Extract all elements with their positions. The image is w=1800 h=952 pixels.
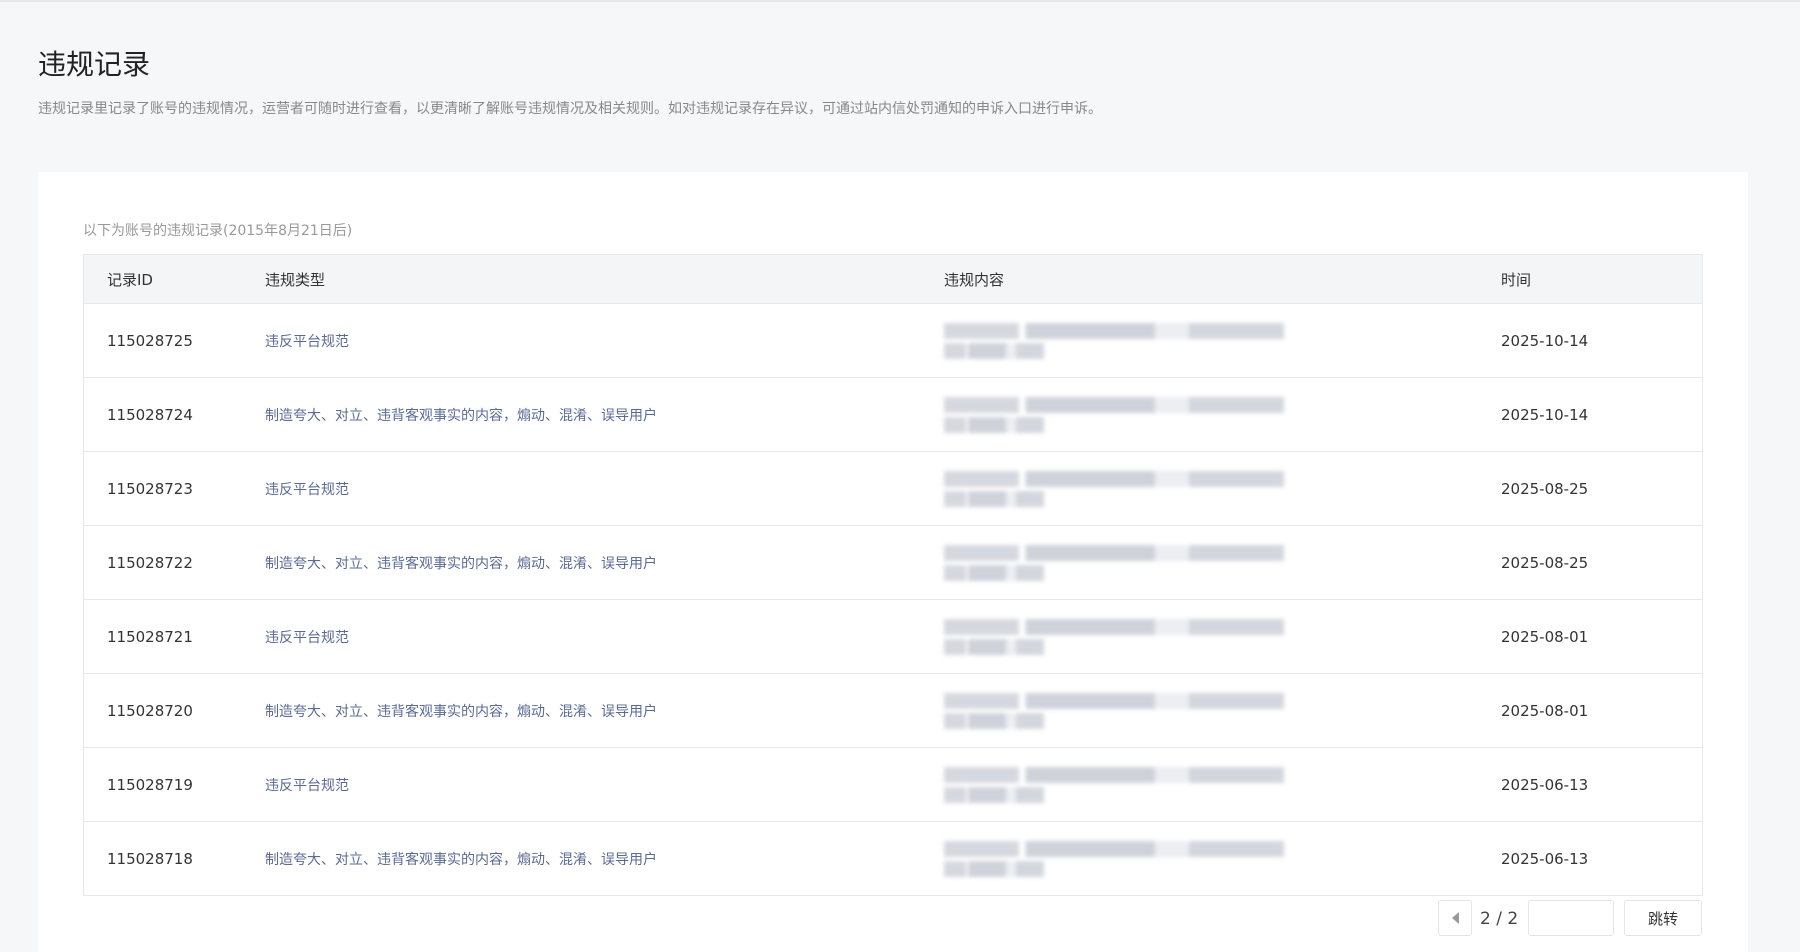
- violation-type-link[interactable]: 制造夸大、对立、违背客观事实的内容，煽动、混淆、误导用户: [265, 556, 657, 572]
- violation-content-blurred: [943, 377, 1500, 452]
- blurred-text-line: [944, 490, 1044, 507]
- record-id: 115028722: [83, 525, 264, 600]
- col-content: 违规内容: [943, 254, 1500, 304]
- table-body: 115028725 违反平台规范 2025-10-14 115028724 制造夸…: [83, 303, 1703, 896]
- jump-page-input[interactable]: [1528, 900, 1614, 936]
- table-row: 115028722 制造夸大、对立、违背客观事实的内容，煽动、混淆、误导用户 2…: [83, 525, 1703, 600]
- blurred-text-line: [944, 342, 1044, 359]
- violation-content-blurred: [943, 673, 1500, 748]
- table-row: 115028719 违反平台规范 2025-06-13: [83, 747, 1703, 822]
- blurred-text-line: [944, 860, 1044, 877]
- violation-type-cell: 违反平台规范: [264, 451, 943, 526]
- violation-type-cell: 违反平台规范: [264, 747, 943, 822]
- violation-type-cell: 违反平台规范: [264, 599, 943, 674]
- record-date: 2025-08-25: [1500, 451, 1703, 526]
- violation-content-blurred: [943, 747, 1500, 822]
- record-id: 115028725: [83, 303, 264, 378]
- violation-type-link[interactable]: 违反平台规范: [265, 334, 349, 350]
- table-row: 115028721 违反平台规范 2025-08-01: [83, 599, 1703, 674]
- blurred-text-line: [944, 638, 1044, 655]
- violation-type-link[interactable]: 违反平台规范: [265, 482, 349, 498]
- violation-type-cell: 制造夸大、对立、违背客观事实的内容，煽动、混淆、误导用户: [264, 525, 943, 600]
- prev-page-button[interactable]: [1438, 900, 1472, 936]
- violation-type-link[interactable]: 制造夸大、对立、违背客观事实的内容，煽动、混淆、误导用户: [265, 852, 657, 868]
- table-row: 115028720 制造夸大、对立、违背客观事实的内容，煽动、混淆、误导用户 2…: [83, 673, 1703, 748]
- blurred-text-line: [944, 766, 1284, 783]
- record-date: 2025-08-01: [1500, 673, 1703, 748]
- record-id: 115028718: [83, 821, 264, 896]
- page-title: 违规记录: [38, 47, 151, 81]
- blurred-text-line: [944, 416, 1044, 433]
- record-id: 115028721: [83, 599, 264, 674]
- violation-table: 记录ID 违规类型 违规内容 时间 115028725 违反平台规范 2025-…: [83, 254, 1703, 896]
- violation-content-blurred: [943, 821, 1500, 896]
- jump-button[interactable]: 跳转: [1624, 900, 1702, 936]
- record-date: 2025-10-14: [1500, 377, 1703, 452]
- record-date: 2025-08-01: [1500, 599, 1703, 674]
- table-row: 115028724 制造夸大、对立、违背客观事实的内容，煽动、混淆、误导用户 2…: [83, 377, 1703, 452]
- record-date: 2025-06-13: [1500, 747, 1703, 822]
- violation-type-cell: 制造夸大、对立、违背客观事实的内容，煽动、混淆、误导用户: [264, 377, 943, 452]
- blurred-text-line: [944, 692, 1284, 709]
- blurred-text-line: [944, 618, 1284, 635]
- col-time: 时间: [1500, 254, 1703, 304]
- record-id: 115028723: [83, 451, 264, 526]
- record-date: 2025-08-25: [1500, 525, 1703, 600]
- blurred-text-line: [944, 840, 1284, 857]
- violation-type-cell: 违反平台规范: [264, 303, 943, 378]
- violation-type-link[interactable]: 违反平台规范: [265, 778, 349, 794]
- blurred-text-line: [944, 786, 1044, 803]
- record-date: 2025-10-14: [1500, 303, 1703, 378]
- record-id: 115028719: [83, 747, 264, 822]
- table-row: 115028723 违反平台规范 2025-08-25: [83, 451, 1703, 526]
- record-date: 2025-06-13: [1500, 821, 1703, 896]
- blurred-text-line: [944, 564, 1044, 581]
- violation-content-blurred: [943, 525, 1500, 600]
- col-type: 违规类型: [264, 254, 943, 304]
- table-row: 115028725 违反平台规范 2025-10-14: [83, 303, 1703, 378]
- page-indicator: 2 / 2: [1480, 909, 1519, 929]
- table-row: 115028718 制造夸大、对立、违背客观事实的内容，煽动、混淆、误导用户 2…: [83, 821, 1703, 896]
- record-id: 115028724: [83, 377, 264, 452]
- blurred-text-line: [944, 322, 1284, 339]
- violation-content-blurred: [943, 599, 1500, 674]
- record-id: 115028720: [83, 673, 264, 748]
- violation-type-link[interactable]: 制造夸大、对立、违背客观事实的内容，煽动、混淆、误导用户: [265, 704, 657, 720]
- page-description: 违规记录里记录了账号的违规情况，运营者可随时进行查看，以更清晰了解账号违规情况及…: [38, 101, 1102, 117]
- table-header: 记录ID 违规类型 违规内容 时间: [83, 254, 1703, 304]
- blurred-text-line: [944, 544, 1284, 561]
- blurred-text-line: [944, 470, 1284, 487]
- records-card: 以下为账号的违规记录(2015年8月21日后) 记录ID 违规类型 违规内容 时…: [38, 172, 1748, 952]
- violation-type-cell: 制造夸大、对立、违背客观事实的内容，煽动、混淆、误导用户: [264, 821, 943, 896]
- violation-content-blurred: [943, 303, 1500, 378]
- caret-left-icon: [1451, 912, 1459, 924]
- blurred-text-line: [944, 712, 1044, 729]
- violation-type-link[interactable]: 违反平台规范: [265, 630, 349, 646]
- records-subtitle: 以下为账号的违规记录(2015年8月21日后): [83, 223, 353, 239]
- violation-content-blurred: [943, 451, 1500, 526]
- col-id: 记录ID: [83, 254, 264, 304]
- violation-type-cell: 制造夸大、对立、违背客观事实的内容，煽动、混淆、误导用户: [264, 673, 943, 748]
- violation-type-link[interactable]: 制造夸大、对立、违背客观事实的内容，煽动、混淆、误导用户: [265, 408, 657, 424]
- blurred-text-line: [944, 396, 1284, 413]
